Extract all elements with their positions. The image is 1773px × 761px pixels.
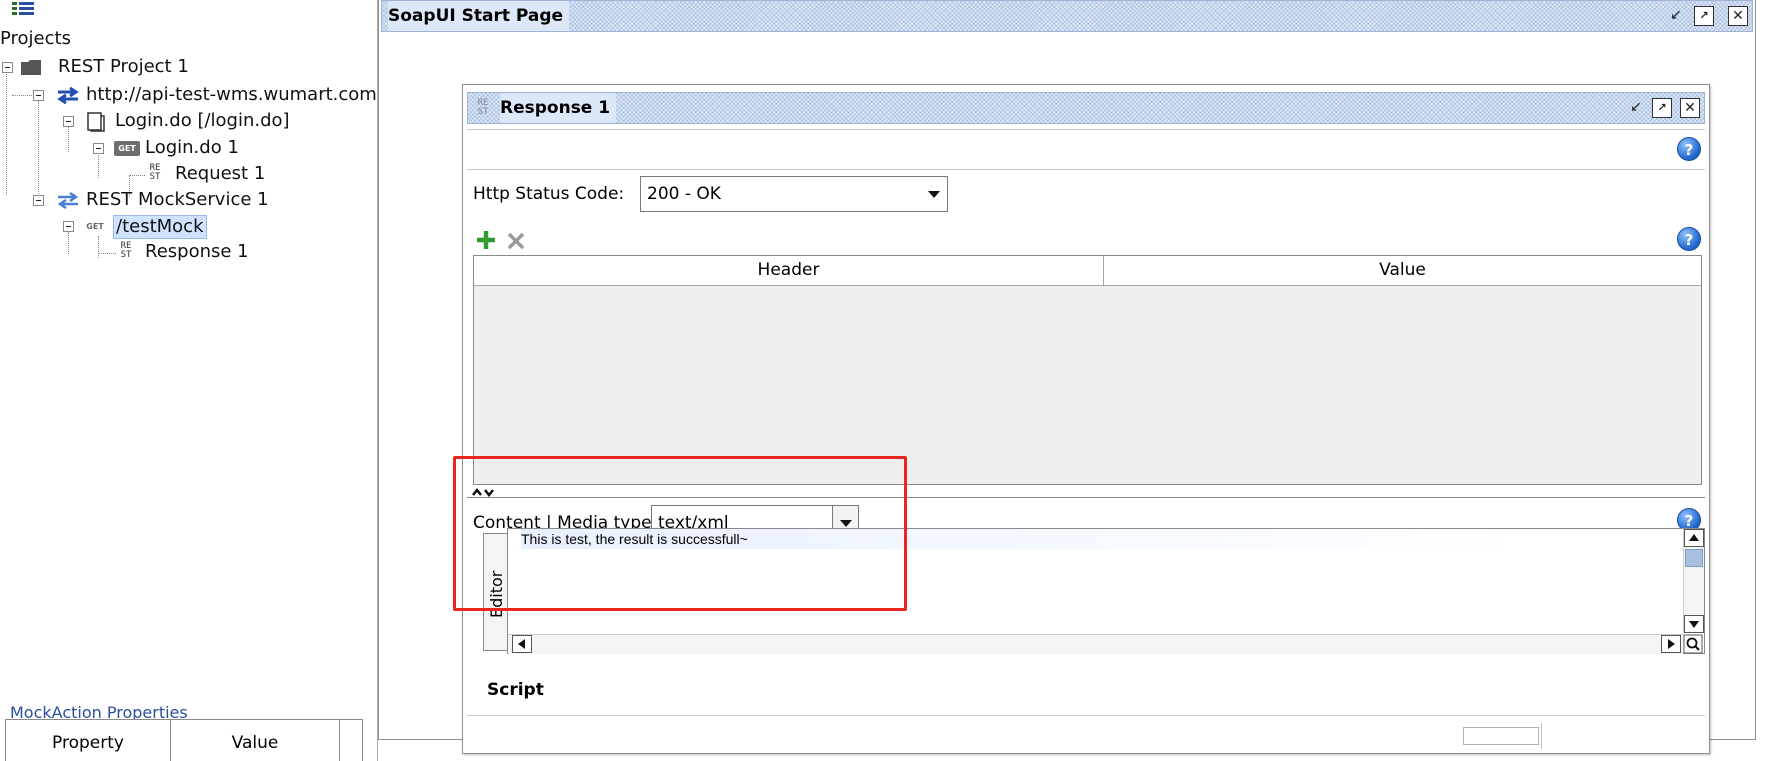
tree-line [129, 175, 145, 176]
mock-service-icon [57, 191, 79, 209]
tree-item-rest-project[interactable]: REST Project 1 [0, 54, 200, 80]
properties-table[interactable]: Property Value [5, 719, 363, 761]
header-column-header[interactable]: Header [474, 256, 1104, 286]
collapse-toggle-icon[interactable] [63, 116, 74, 127]
collapse-toggle-icon[interactable] [63, 221, 74, 232]
chevron-down-icon [921, 177, 947, 211]
property-column-header[interactable]: Property [6, 720, 171, 761]
tree-item-label: Request 1 [175, 163, 266, 184]
tree-item-label-selected: /testMock [113, 215, 207, 239]
divider [467, 169, 1705, 170]
tree-item-mockservice[interactable]: REST MockService 1 [0, 187, 270, 213]
status-field [1463, 727, 1539, 745]
collapse-toggle-icon[interactable] [93, 143, 104, 154]
tree-item-response[interactable]: RE ST Response 1 [0, 239, 260, 265]
http-status-select[interactable]: 200 - OK [640, 176, 948, 212]
rest-service-icon [57, 86, 79, 104]
response-editor-window: RE ST Response 1 ↙ ↗ ✕ ? Http Status Code… [462, 84, 1710, 754]
collapse-toggle-icon[interactable] [33, 195, 44, 206]
tree-item-resource[interactable]: Login.do [/login.do] [0, 108, 300, 134]
scroll-right-icon[interactable] [1661, 635, 1681, 653]
resource-page-icon [87, 112, 105, 132]
zoom-icon[interactable] [1683, 634, 1703, 654]
scroll-down-icon[interactable] [1684, 615, 1704, 633]
navigator-panel: Projects REST Project 1 http://api-test-… [0, 0, 378, 761]
tree-item-label: http://api-test-wms.wumart.com [86, 84, 377, 105]
response-titlebar[interactable]: RE ST Response 1 ↙ ↗ ✕ [467, 92, 1705, 124]
remove-header-icon[interactable] [505, 230, 527, 252]
scroll-left-icon[interactable] [512, 635, 532, 653]
get-mock-action-icon: GET [86, 222, 104, 231]
window-title: SoapUI Start Page [388, 1, 570, 31]
tree-item-endpoint[interactable]: http://api-test-wms.wumart.com [0, 82, 378, 108]
restore-window-icon[interactable]: ↙ [1666, 6, 1686, 26]
help-icon[interactable]: ? [1677, 137, 1701, 161]
value-column-header[interactable]: Value [171, 720, 340, 761]
close-icon[interactable]: ✕ [1728, 6, 1748, 26]
rest-response-icon: RE ST [477, 98, 489, 117]
http-status-value: 200 - OK [647, 184, 721, 204]
annotation-highlight-box [453, 456, 907, 611]
close-icon[interactable]: ✕ [1680, 98, 1700, 118]
tree-item-label: REST MockService 1 [86, 189, 269, 210]
tree-line [12, 95, 32, 96]
maximize-window-icon[interactable]: ↗ [1652, 98, 1672, 118]
rest-request-icon: RE ST [149, 163, 161, 182]
collapse-toggle-icon[interactable] [2, 62, 13, 73]
horizontal-scrollbar[interactable] [508, 634, 1683, 654]
divider [467, 129, 1705, 130]
vertical-scrollbar[interactable] [1683, 529, 1704, 633]
collapse-toggle-icon[interactable] [33, 90, 44, 101]
script-label: Script [487, 680, 544, 700]
tree-item-label: Response 1 [145, 241, 249, 262]
tree-item-label: Login.do [/login.do] [115, 110, 290, 131]
tree-item-label: REST Project 1 [58, 56, 189, 77]
tree-item-request[interactable]: RE ST Request 1 [0, 161, 270, 187]
http-status-label: Http Status Code: [473, 184, 625, 204]
tree-item-method[interactable]: GET Login.do 1 [0, 135, 260, 161]
scroll-thumb[interactable] [1685, 549, 1703, 567]
maximize-window-icon[interactable]: ↗ [1694, 6, 1714, 26]
window-title: Response 1 [500, 93, 617, 123]
divider [1541, 723, 1542, 749]
rest-response-icon: RE ST [120, 241, 132, 260]
start-page-titlebar[interactable]: SoapUI Start Page ↙ ↗ ✕ [381, 0, 1753, 32]
get-method-icon: GET [114, 141, 140, 156]
scroll-up-icon[interactable] [1684, 529, 1704, 547]
restore-window-icon[interactable]: ↙ [1626, 98, 1646, 118]
divider [467, 715, 1705, 716]
tree-line [98, 253, 116, 254]
folder-icon [21, 60, 41, 75]
add-header-icon[interactable] [475, 229, 497, 251]
tree-root-label: Projects [0, 28, 71, 49]
tree-item-label: Login.do 1 [145, 137, 239, 158]
list-view-icon[interactable] [12, 2, 34, 16]
tree-item-mock-action[interactable]: GET /testMock [0, 213, 220, 239]
value-column-header[interactable]: Value [1104, 256, 1701, 286]
headers-table[interactable]: Header Value [473, 255, 1702, 485]
help-icon[interactable]: ? [1677, 227, 1701, 251]
